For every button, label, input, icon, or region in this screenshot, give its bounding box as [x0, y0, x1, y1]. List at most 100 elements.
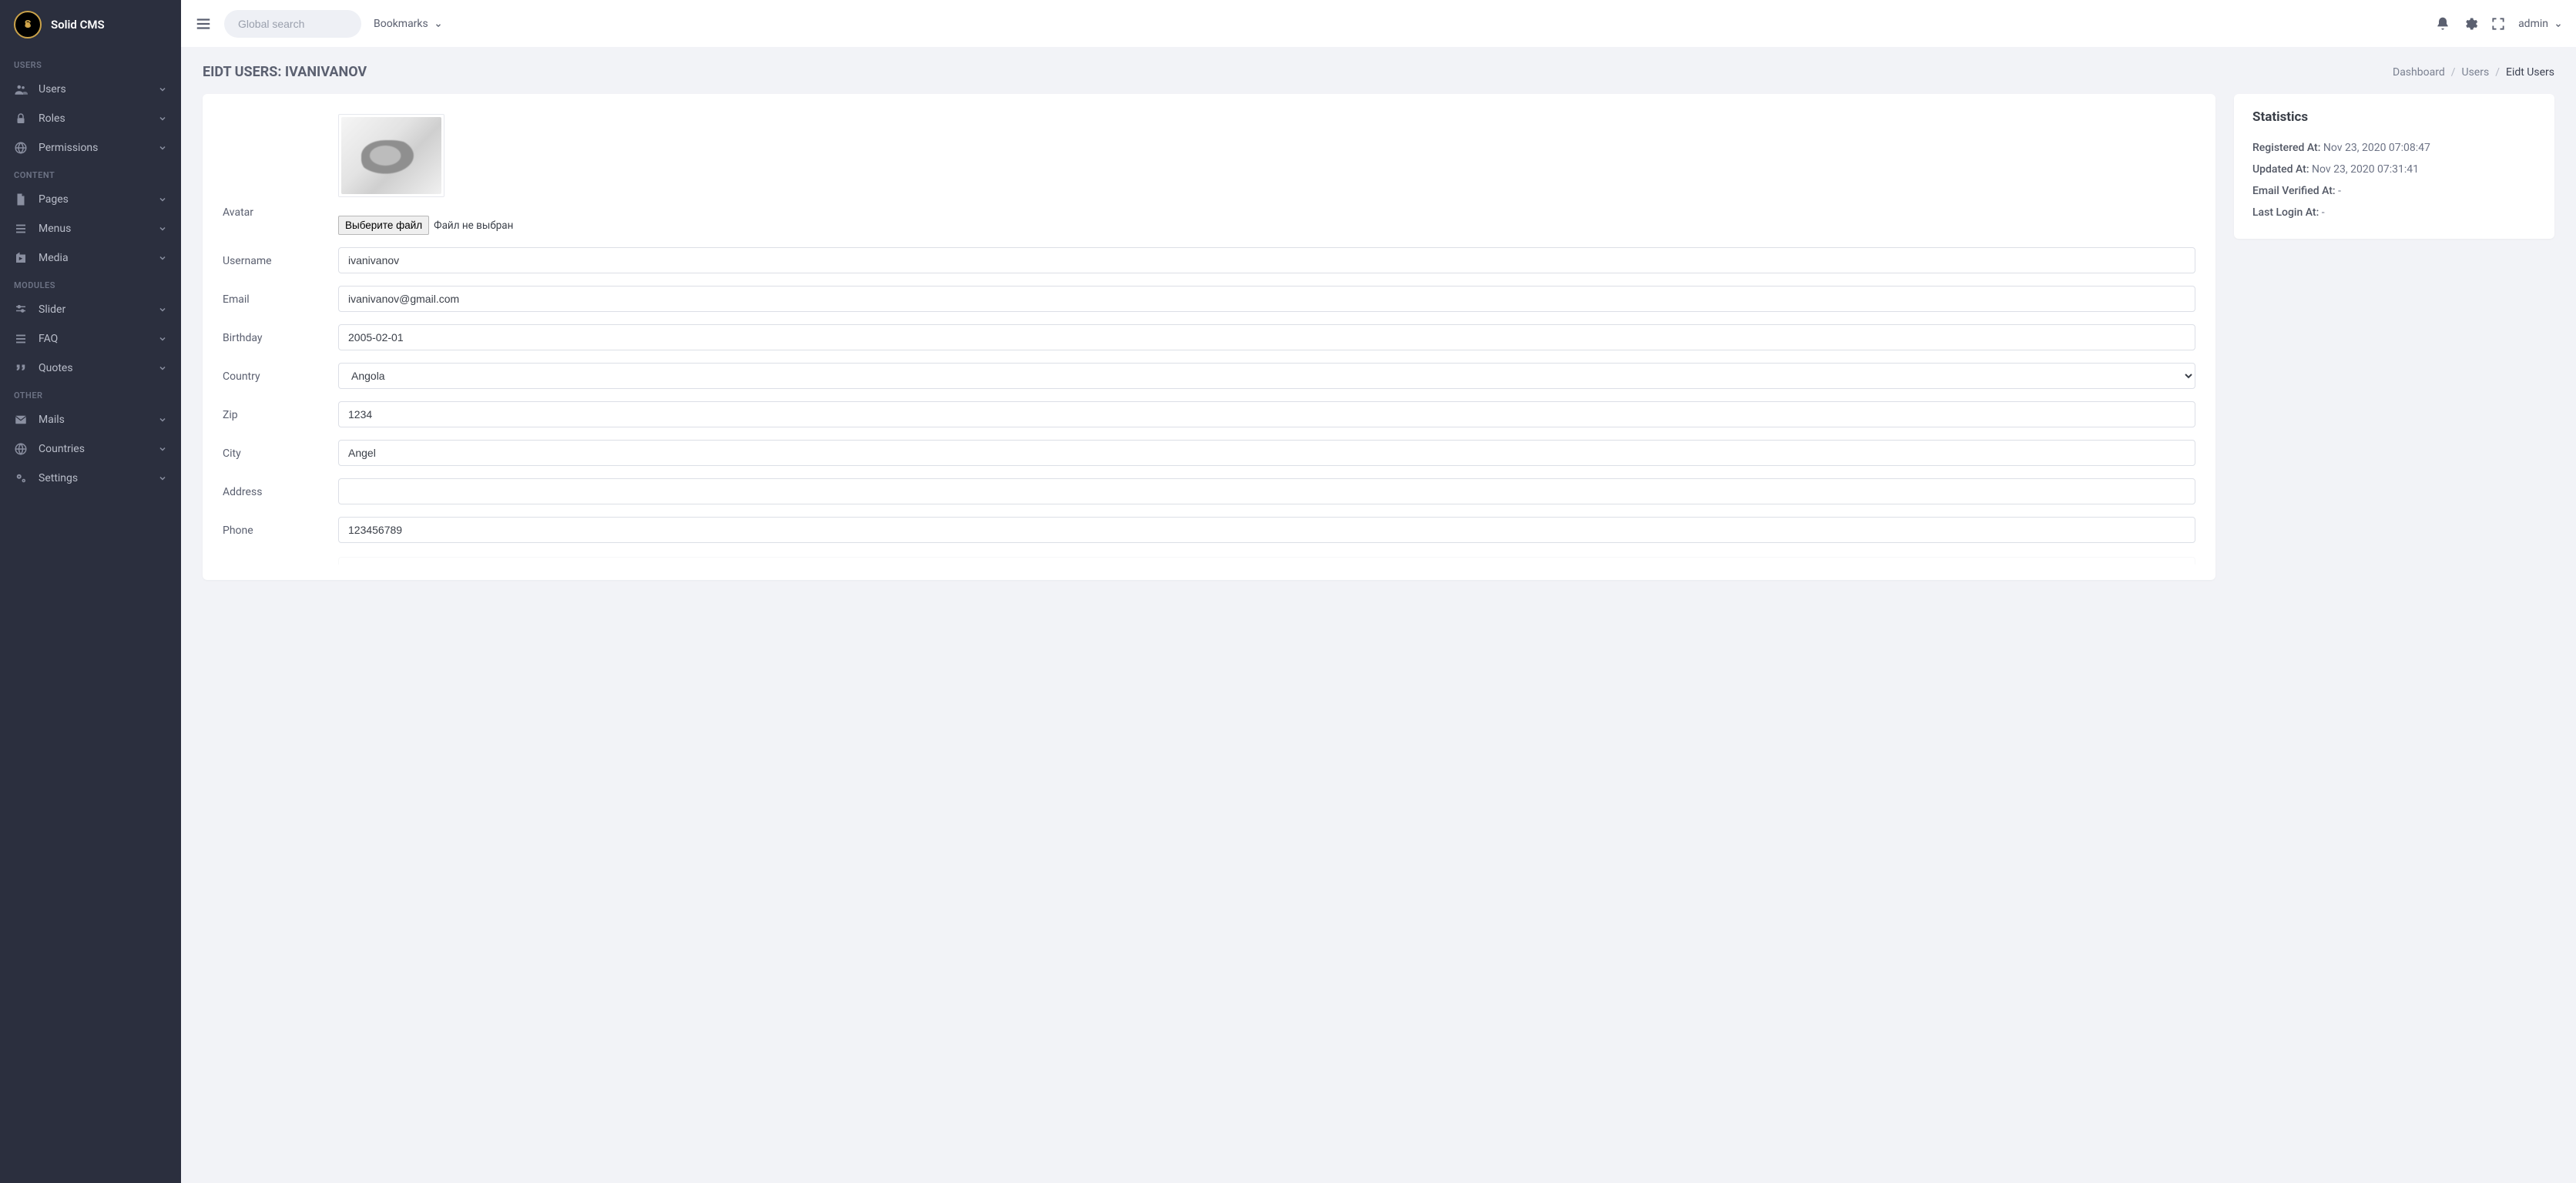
globe-icon: [14, 141, 28, 155]
nav-heading-modules: MODULES: [0, 273, 181, 295]
sidebar: S Solid CMS USERS Users Roles Permission…: [0, 0, 181, 1183]
city-input[interactable]: [338, 440, 2195, 466]
chevron-down-icon: [158, 415, 167, 424]
users-icon: [14, 82, 28, 96]
lock-icon: [14, 112, 28, 126]
country-select[interactable]: Angola: [338, 363, 2195, 389]
nav-heading-users: USERS: [0, 52, 181, 75]
stat-value: Nov 23, 2020 07:31:41: [2312, 163, 2419, 176]
sidebar-item-pages[interactable]: Pages: [0, 185, 181, 214]
form-row-country: Country Angola: [223, 357, 2195, 395]
bell-icon[interactable]: [2435, 16, 2450, 32]
sidebar-item-quotes[interactable]: Quotes: [0, 354, 181, 383]
chevron-down-icon: [434, 20, 442, 28]
breadcrumb-item[interactable]: Dashboard: [2393, 66, 2445, 79]
stat-value: -: [2338, 185, 2341, 197]
username-label: Username: [223, 253, 330, 267]
nav-heading-content: CONTENT: [0, 163, 181, 185]
user-menu[interactable]: admin: [2518, 18, 2562, 30]
breadcrumb-item[interactable]: Users: [2462, 66, 2490, 79]
sidebar-item-label: Permissions: [39, 142, 147, 154]
sidebar-item-label: Roles: [39, 112, 147, 125]
bookmarks-dropdown[interactable]: Bookmarks: [374, 18, 442, 30]
globe2-icon: [14, 442, 28, 456]
phone-input[interactable]: [338, 517, 2195, 543]
form-row-city: City: [223, 434, 2195, 472]
sidebar-item-label: Pages: [39, 193, 147, 206]
gear-icon[interactable]: [2463, 16, 2478, 32]
email-input[interactable]: [338, 286, 2195, 312]
sidebar-item-slider[interactable]: Slider: [0, 295, 181, 324]
sidebar-item-faq[interactable]: FAQ: [0, 324, 181, 354]
menu-toggle-icon[interactable]: [195, 15, 212, 32]
sidebar-item-roles[interactable]: Roles: [0, 104, 181, 133]
sidebar-item-settings[interactable]: Settings: [0, 464, 181, 493]
chevron-down-icon: [158, 444, 167, 454]
content: Avatar Выберите файл Файл не выбран User…: [181, 94, 2576, 602]
sidebar-item-countries[interactable]: Countries: [0, 434, 181, 464]
nav-heading-other: OTHER: [0, 383, 181, 405]
stat-label: Email Verified At:: [2252, 185, 2336, 197]
chevron-down-icon: [158, 253, 167, 263]
main: Bookmarks admin EIDT USERS: IVANIVANOV D: [181, 0, 2576, 1183]
gears-icon: [14, 471, 28, 485]
sidebar-item-label: Slider: [39, 303, 147, 316]
brand-logo: S: [14, 11, 42, 39]
stat-label: Registered At:: [2252, 142, 2320, 154]
choose-file-button[interactable]: Выберите файл: [338, 216, 429, 235]
zip-input[interactable]: [338, 401, 2195, 427]
sidebar-item-label: Countries: [39, 443, 147, 455]
stat-label: Last Login At:: [2252, 206, 2319, 219]
global-search[interactable]: [224, 10, 361, 38]
mail-icon: [14, 413, 28, 427]
phone-label: Phone: [223, 523, 330, 537]
bookmarks-label: Bookmarks: [374, 18, 428, 30]
stat-label: Updated At:: [2252, 163, 2309, 176]
avatar-label: Avatar: [223, 114, 330, 219]
file-icon: [14, 193, 28, 206]
address-input[interactable]: [338, 478, 2195, 504]
sidebar-item-users[interactable]: Users: [0, 75, 181, 104]
stat-row: Updated At: Nov 23, 2020 07:31:41: [2252, 159, 2536, 180]
brand-name: Solid CMS: [51, 18, 105, 32]
city-label: City: [223, 446, 330, 460]
statistics-title: Statistics: [2252, 109, 2536, 125]
address-label: Address: [223, 484, 330, 498]
list-icon: [14, 332, 28, 346]
form-row-next: [223, 549, 2195, 574]
edit-user-form: Avatar Выберите файл Файл не выбран User…: [203, 94, 2215, 580]
fullscreen-icon[interactable]: [2490, 16, 2506, 32]
chevron-down-icon: [158, 114, 167, 123]
sidebar-item-label: Mails: [39, 414, 147, 426]
stat-row: Registered At: Nov 23, 2020 07:08:47: [2252, 137, 2536, 159]
form-row-address: Address: [223, 472, 2195, 511]
topbar: Bookmarks admin: [181, 0, 2576, 47]
avatar-preview: [338, 114, 444, 197]
country-label: Country: [223, 369, 330, 383]
file-status-text: Файл не выбран: [434, 220, 513, 232]
sidebar-item-label: Users: [39, 83, 147, 96]
form-row-avatar: Avatar Выберите файл Файл не выбран: [223, 108, 2195, 241]
brand[interactable]: S Solid CMS: [0, 0, 181, 52]
sidebar-item-label: Menus: [39, 223, 147, 235]
form-row-username: Username: [223, 241, 2195, 280]
sidebar-item-menus[interactable]: Menus: [0, 214, 181, 243]
next-field-input[interactable]: [338, 557, 2195, 565]
chevron-down-icon: [158, 85, 167, 94]
form-row-phone: Phone: [223, 511, 2195, 549]
chevron-down-icon: [158, 305, 167, 314]
breadcrumb: Dashboard / Users / Eidt Users: [2393, 66, 2554, 79]
sidebar-item-mails[interactable]: Mails: [0, 405, 181, 434]
form-row-zip: Zip: [223, 395, 2195, 434]
search-input[interactable]: [238, 18, 347, 30]
sidebar-item-media[interactable]: Media: [0, 243, 181, 273]
username-input[interactable]: [338, 247, 2195, 273]
breadcrumb-item-current: Eidt Users: [2506, 66, 2554, 79]
chevron-down-icon: [2554, 20, 2562, 28]
email-label: Email: [223, 292, 330, 306]
birthday-input[interactable]: [338, 324, 2195, 350]
sliders-icon: [14, 303, 28, 317]
sidebar-item-permissions[interactable]: Permissions: [0, 133, 181, 163]
user-label: admin: [2518, 18, 2548, 30]
chevron-down-icon: [158, 143, 167, 152]
